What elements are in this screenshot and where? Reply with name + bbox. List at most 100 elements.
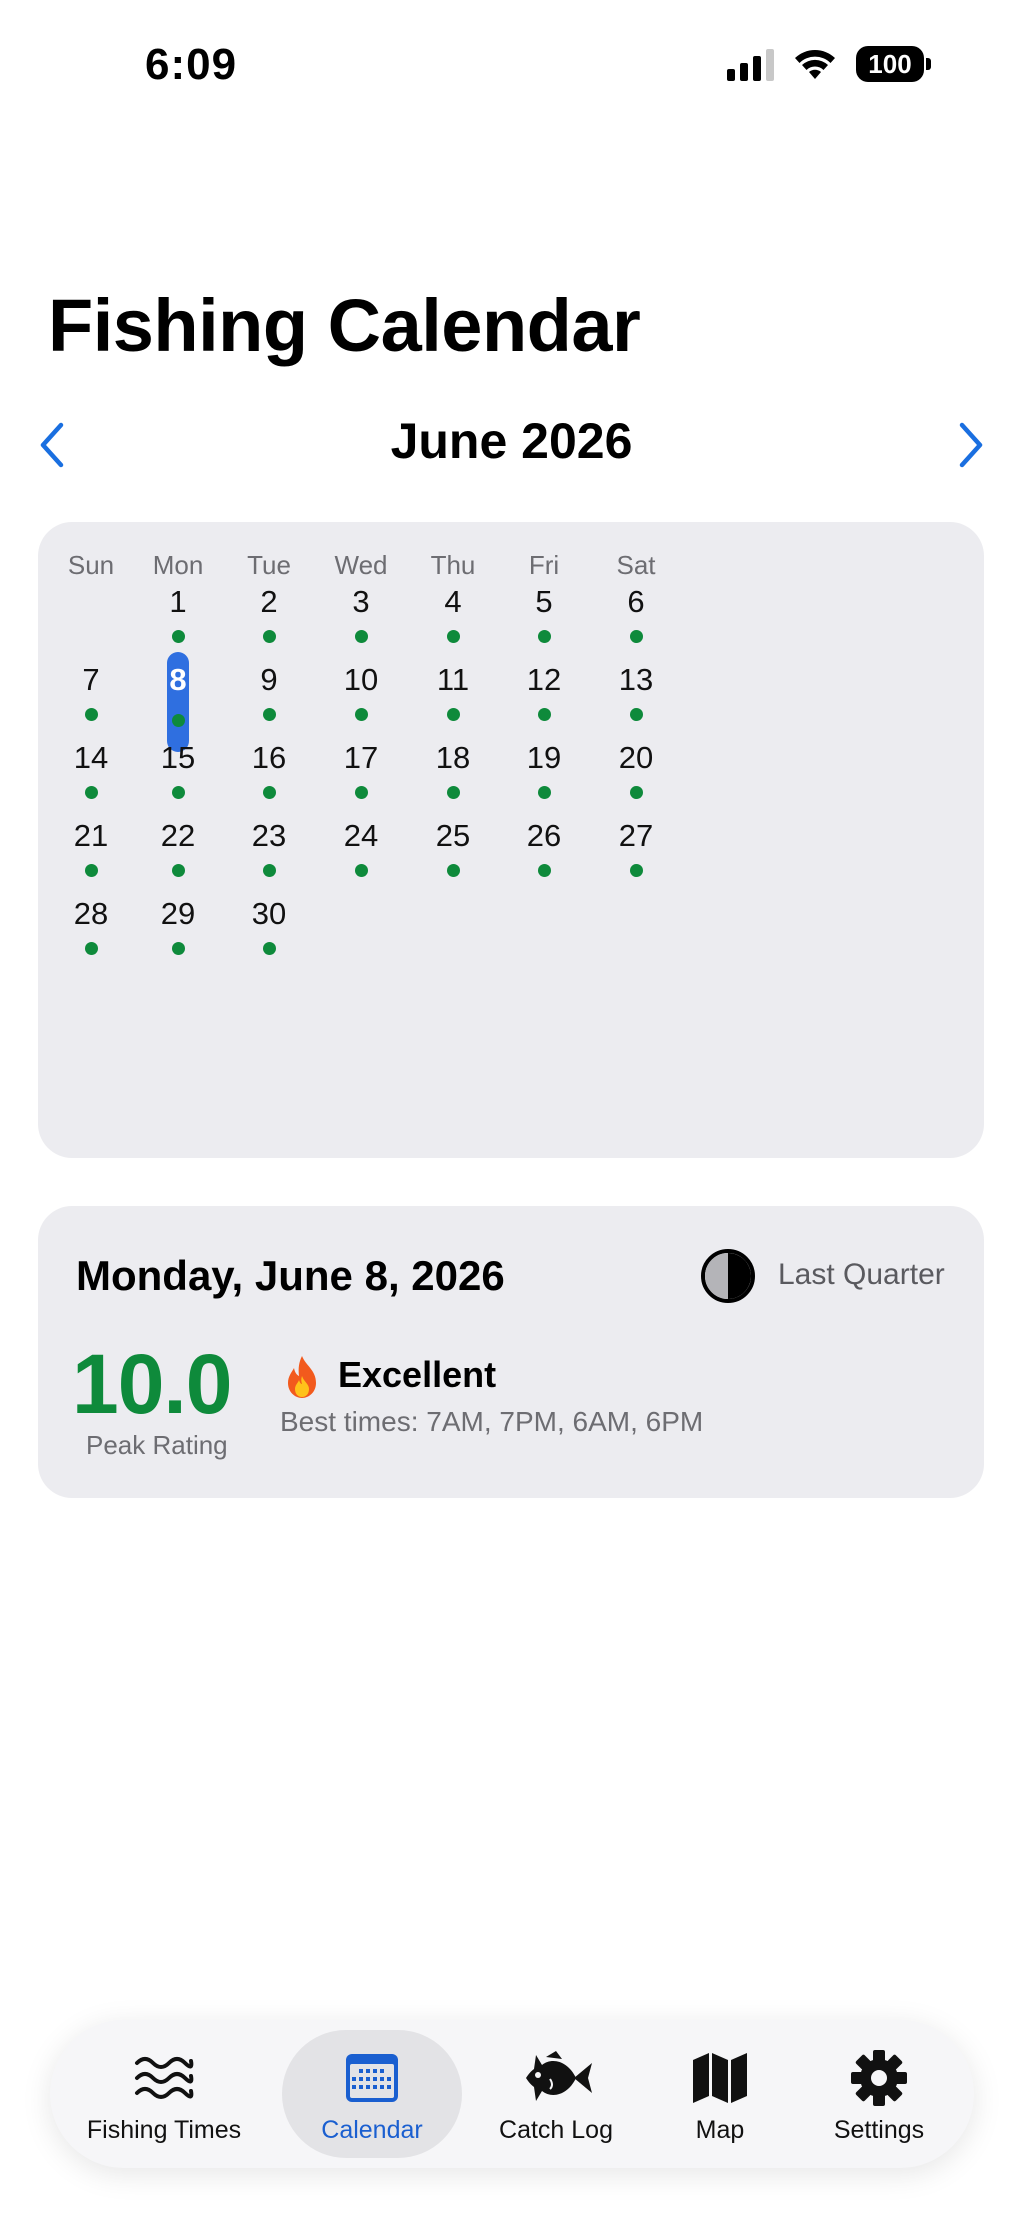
month-title: June 2026 (390, 413, 633, 469)
day-number: 12 (526, 662, 562, 697)
rating-dot-indicator (537, 630, 551, 643)
gear-icon (850, 2046, 908, 2110)
day-number: 24 (343, 818, 379, 853)
rating-dot-indicator (354, 708, 368, 721)
rating-dot-indicator (629, 864, 643, 877)
calendar-day[interactable]: 18 (408, 730, 498, 820)
tab-label: Fishing Times (86, 2116, 242, 2144)
tab-label: Map (695, 2116, 745, 2144)
page-title: Fishing Calendar (48, 284, 641, 367)
waves-icon (133, 2046, 195, 2110)
calendar-day[interactable]: 24 (316, 808, 406, 898)
fish-icon (516, 2046, 596, 2110)
status-time: 6:09 (145, 40, 238, 89)
tab-label: Settings (833, 2116, 925, 2144)
tab-catch-log[interactable]: Catch Log (466, 2030, 646, 2158)
calendar-day-selected[interactable]: 8 (133, 652, 223, 752)
calendar-day[interactable]: 20 (591, 730, 681, 820)
calendar-day[interactable]: 3 (316, 574, 406, 664)
day-number: 1 (169, 584, 187, 619)
peak-rating-value: 10.0 (72, 1337, 232, 1431)
calendar-day[interactable]: 1 (133, 574, 223, 664)
calendar-day[interactable]: 11 (408, 652, 498, 742)
tab-settings[interactable]: Settings (794, 2030, 964, 2158)
tab-label: Catch Log (499, 2116, 613, 2144)
day-number: 18 (435, 740, 471, 775)
calendar-day[interactable]: 30 (224, 886, 314, 976)
rating-dot-indicator (446, 864, 460, 877)
day-number: 2 (260, 584, 278, 619)
tab-fishing-times[interactable]: Fishing Times (50, 2030, 278, 2158)
day-number: 13 (618, 662, 654, 697)
day-number: 4 (444, 584, 462, 619)
peak-rating-label: Peak Rating (86, 1430, 228, 1460)
calendar-day[interactable]: 25 (408, 808, 498, 898)
rating-dot-indicator (262, 942, 276, 955)
rating-dot-indicator (262, 708, 276, 721)
calendar-day[interactable]: 19 (499, 730, 589, 820)
rating-dot-indicator (537, 708, 551, 721)
rating-dot-indicator (354, 630, 368, 643)
rating-dot-indicator (84, 708, 98, 721)
next-month-button[interactable] (941, 415, 1001, 475)
calendar-day[interactable]: 23 (224, 808, 314, 898)
day-number: 9 (260, 662, 278, 697)
calendar-day[interactable]: 9 (224, 652, 314, 742)
wifi-icon (792, 47, 838, 81)
day-number: 20 (618, 740, 654, 775)
tab-map[interactable]: Map (650, 2030, 790, 2158)
calendar-day[interactable]: 17 (316, 730, 406, 820)
day-number: 11 (436, 662, 470, 697)
calendar-day[interactable]: 21 (46, 808, 136, 898)
rating-dot-indicator (354, 864, 368, 877)
calendar-day[interactable]: 14 (46, 730, 136, 820)
calendar-day[interactable]: 16 (224, 730, 314, 820)
calendar-day[interactable]: 26 (499, 808, 589, 898)
calendar-day[interactable]: 15 (133, 730, 223, 820)
day-number: 10 (343, 662, 379, 697)
fire-icon (288, 1356, 316, 1398)
calendar-day[interactable]: 7 (46, 652, 136, 742)
calendar-day[interactable]: 10 (316, 652, 406, 742)
calendar-day[interactable]: 29 (133, 886, 223, 976)
tab-calendar[interactable]: Calendar (282, 2030, 462, 2158)
rating-dot-indicator (446, 708, 460, 721)
day-number: 30 (251, 896, 287, 931)
rating-dot-indicator (171, 942, 185, 955)
rating-dot-indicator (84, 942, 98, 955)
day-number: 29 (160, 896, 196, 931)
rating-dot-indicator (84, 786, 98, 799)
day-number: 22 (160, 818, 196, 853)
day-number: 21 (73, 818, 109, 853)
rating-dot-indicator (262, 786, 276, 799)
calendar-day[interactable]: 28 (46, 886, 136, 976)
calendar-day[interactable]: 13 (591, 652, 681, 742)
day-number: 14 (73, 740, 109, 775)
rating-dot-indicator (629, 708, 643, 721)
status-icons: 100 (727, 46, 931, 82)
chevron-right-icon (959, 422, 983, 468)
rating-dot-indicator (354, 786, 368, 799)
calendar-day[interactable]: 4 (408, 574, 498, 664)
calendar-day[interactable]: 27 (591, 808, 681, 898)
screen: 6:09 100 Fishing Calendar June 2026 Sun (0, 0, 1023, 2218)
calendar-day[interactable]: 6 (591, 574, 681, 664)
calendar-day[interactable]: 22 (133, 808, 223, 898)
day-number: 25 (435, 818, 471, 853)
rating-dot-indicator (629, 786, 643, 799)
rating-dot-indicator (262, 630, 276, 643)
rating-dot-indicator (537, 864, 551, 877)
rating-dot-indicator (537, 786, 551, 799)
calendar-day[interactable]: 12 (499, 652, 589, 742)
detail-date: Monday, June 8, 2026 (76, 1252, 505, 1299)
day-number: 6 (627, 584, 645, 619)
rating-dot-indicator (84, 864, 98, 877)
tab-label: Calendar (321, 2116, 423, 2144)
rating-dot-indicator (262, 864, 276, 877)
map-icon (691, 2046, 749, 2110)
day-number: 28 (73, 896, 109, 931)
calendar-day[interactable]: 2 (224, 574, 314, 664)
day-number: 7 (82, 662, 100, 697)
calendar-day[interactable]: 5 (499, 574, 589, 664)
best-times: Best times: 7AM, 7PM, 6AM, 6PM (280, 1406, 704, 1437)
